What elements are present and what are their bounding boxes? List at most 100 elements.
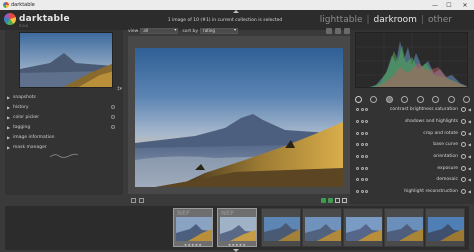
- power-icon[interactable]: [356, 108, 359, 112]
- reset-icon[interactable]: [111, 115, 115, 119]
- presets-icon[interactable]: [365, 131, 368, 135]
- rating-stars[interactable]: ★★★★★: [228, 243, 246, 247]
- reset-icon[interactable]: [360, 143, 364, 147]
- expand-triangle-icon: ◀: [467, 130, 471, 136]
- reset-icon[interactable]: [360, 178, 364, 182]
- color-group-icon[interactable]: [416, 95, 424, 103]
- power-icon[interactable]: [356, 120, 359, 124]
- presets-gear-icon[interactable]: [462, 95, 470, 103]
- tone-group-icon[interactable]: [401, 95, 409, 103]
- rating-stars[interactable]: ★★★★★: [184, 243, 202, 247]
- module-crop-and-rotate[interactable]: crop and rotate ◀: [352, 127, 472, 139]
- power-icon[interactable]: [356, 155, 359, 159]
- grouping-icon[interactable]: [326, 28, 332, 34]
- filmstrip-thumbnail[interactable]: [425, 208, 465, 247]
- module-label: demosaic: [436, 177, 458, 183]
- power-icon[interactable]: [356, 190, 359, 194]
- histogram[interactable]: [355, 32, 468, 88]
- presets-icon[interactable]: [365, 178, 368, 182]
- main-photo[interactable]: [135, 48, 343, 187]
- view-darkroom[interactable]: darkroom: [374, 15, 417, 25]
- presets-icon[interactable]: [365, 120, 368, 124]
- effect-group-icon[interactable]: [447, 95, 455, 103]
- app-name: darktable: [19, 14, 70, 24]
- expand-triangle-icon: ◀: [467, 177, 471, 183]
- left-module-image-information[interactable]: ▶ image information: [7, 132, 121, 142]
- power-icon[interactable]: [356, 166, 359, 170]
- module-orientation[interactable]: orientation ◀: [352, 151, 472, 163]
- sort-select[interactable]: rating: [200, 28, 239, 34]
- center-bottom-toolbar: [128, 196, 350, 204]
- filmstrip-thumbnail[interactable]: [343, 208, 383, 247]
- maximize-button[interactable]: ☐: [442, 0, 456, 10]
- filmstrip-thumbnail[interactable]: NEF ★★★★★: [173, 208, 213, 247]
- left-module-history[interactable]: ▶ history: [7, 102, 121, 112]
- power-icon[interactable]: [356, 131, 359, 135]
- reset-icon[interactable]: [360, 155, 364, 159]
- presets-icon[interactable]: [365, 155, 368, 159]
- quick-access-icon[interactable]: [131, 197, 136, 203]
- overlays-star-icon[interactable]: [335, 28, 341, 34]
- module-base-curve[interactable]: base curve ◀: [352, 139, 472, 151]
- reset-icon[interactable]: [111, 105, 115, 109]
- view-filter-select[interactable]: all: [140, 28, 179, 34]
- aperture-logo-icon: [4, 13, 16, 25]
- basic-group-icon[interactable]: [385, 95, 393, 103]
- module-controls: [356, 178, 368, 182]
- filmstrip-thumbnail[interactable]: [384, 208, 424, 247]
- right-panel: contrast brightness saturation ◀ shadows…: [350, 30, 474, 229]
- module-label: tagging: [13, 124, 31, 130]
- module-controls: [356, 155, 368, 159]
- presets-icon[interactable]: [365, 108, 368, 112]
- exposure-icon: [461, 165, 466, 171]
- thumbnail-image: [305, 217, 341, 241]
- view-other[interactable]: other: [428, 15, 452, 25]
- top-panel-toggle-icon[interactable]: [233, 10, 239, 13]
- module-controls: [356, 131, 368, 135]
- view-lighttable[interactable]: lighttable: [320, 15, 363, 25]
- reset-icon[interactable]: [111, 125, 115, 129]
- sun-icon: [461, 119, 466, 125]
- close-button[interactable]: ✕: [456, 0, 474, 10]
- power-icon[interactable]: [356, 178, 359, 182]
- histogram-graph: [356, 33, 467, 87]
- correct-group-icon[interactable]: [432, 95, 440, 103]
- active-modules-power-icon[interactable]: [355, 95, 362, 103]
- left-module-snapshots[interactable]: ▶ snapshots: [7, 92, 121, 102]
- center-tools: [326, 28, 350, 34]
- gamut-check-icon[interactable]: [328, 197, 333, 203]
- thumbnail-image: [346, 217, 382, 241]
- presets-icon[interactable]: [365, 143, 368, 147]
- styles-icon[interactable]: [139, 197, 144, 203]
- module-highlight-reconstruction[interactable]: highlight reconstruction ◀: [352, 186, 472, 198]
- darktable-app-icon: [3, 2, 9, 8]
- module-contrast-brightness-saturation[interactable]: contrast brightness saturation ◀: [352, 104, 472, 116]
- left-module-mask-manager[interactable]: ▶ mask manager: [7, 142, 121, 152]
- power-icon[interactable]: [356, 143, 359, 147]
- reset-icon[interactable]: [360, 166, 364, 170]
- color-assessment-icon[interactable]: [335, 197, 340, 203]
- reset-icon[interactable]: [360, 131, 364, 135]
- softproof-icon[interactable]: [321, 197, 326, 203]
- reset-icon[interactable]: [360, 120, 364, 124]
- navigation-preview[interactable]: [19, 32, 113, 88]
- left-module-color-picker[interactable]: ▶ color picker: [7, 112, 121, 122]
- left-module-tagging[interactable]: ▶ tagging: [7, 122, 121, 132]
- guides-icon[interactable]: [342, 197, 347, 203]
- processing-modules: contrast brightness saturation ◀ shadows…: [352, 104, 472, 198]
- filmstrip-thumbnail[interactable]: [261, 208, 301, 247]
- reset-icon[interactable]: [360, 108, 364, 112]
- minimize-button[interactable]: —: [428, 0, 442, 10]
- presets-icon[interactable]: [365, 166, 368, 170]
- favorites-star-icon[interactable]: [370, 95, 378, 103]
- module-demosaic[interactable]: demosaic ◀: [352, 174, 472, 186]
- reset-icon[interactable]: [360, 190, 364, 194]
- presets-icon[interactable]: [365, 190, 368, 194]
- filmstrip-thumbnail[interactable]: [302, 208, 342, 247]
- filmstrip-thumbnail[interactable]: NEF ★★★★★: [217, 208, 257, 247]
- module-label: shadows and highlights: [404, 119, 458, 125]
- image-canvas[interactable]: [128, 36, 350, 194]
- module-exposure[interactable]: exposure ◀: [352, 162, 472, 174]
- module-shadows-and-highlights[interactable]: shadows and highlights ◀: [352, 116, 472, 128]
- module-controls: [356, 108, 368, 112]
